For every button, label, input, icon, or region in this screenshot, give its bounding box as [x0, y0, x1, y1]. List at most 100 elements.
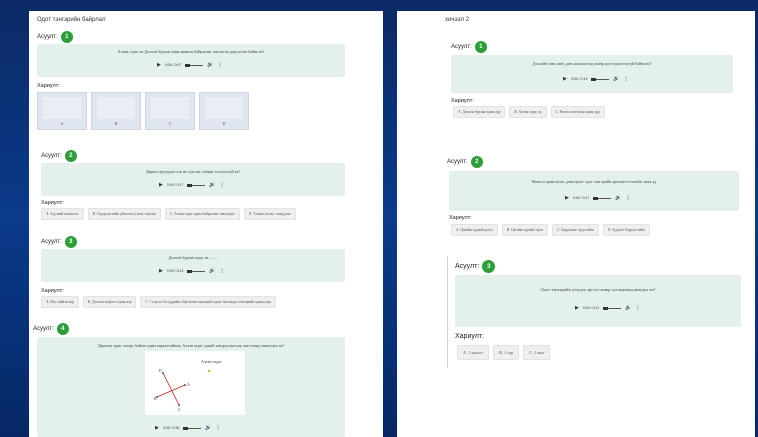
audio-player[interactable]: ▶ 0:00 / 0:11 🔊 ⋮	[575, 305, 640, 311]
question-1-box: Алгив гадас нь Долоон бурхан одны аравын…	[37, 44, 345, 77]
volume-icon[interactable]: 🔊	[207, 62, 213, 68]
answer-option-a[interactable]: A. Нэг хийвэн нэр	[41, 296, 79, 308]
audio-player[interactable]: ▶ 0:00 / 0:17 🔊 ⋮	[565, 195, 631, 201]
answer-option-b[interactable]: B. Цагийн зүүний эсрэг	[501, 224, 549, 236]
question-number-badge: 1	[474, 41, 487, 53]
question-label: Асуулт	[33, 326, 53, 332]
answer-option-b[interactable]: B. Долоон хөгрөлт одны нэр	[82, 296, 137, 308]
answer-option-c[interactable]: C. Баруунаас зүүн тийш	[552, 224, 599, 236]
audio-progress-bar[interactable]	[593, 196, 612, 200]
question-text: Алгив гадас нь Долоон бурхан одны аравын…	[117, 49, 265, 54]
question-number-badge: 1	[60, 31, 73, 43]
diagram-letter-a: A	[187, 382, 190, 387]
question-text: Дэлхийн зөвх ханг, даеь шашлагчид жинр и…	[532, 61, 652, 66]
answer-option-d[interactable]: D. Тэнцэл ухсан, тэнцүүлэх	[243, 208, 296, 220]
answer-label: Хариулт:	[449, 215, 472, 221]
question-2-header: Асуулт: 2	[447, 156, 483, 168]
image-option-b[interactable]: B	[91, 92, 141, 130]
question-text: Монгол орны нутаг дэвсгэрээс одот тэнгэр…	[531, 179, 657, 184]
question-number-badge: 2	[470, 156, 483, 168]
question-4-header: Асуулт: 4	[33, 323, 69, 335]
image-options: A B C D	[37, 92, 249, 130]
play-icon[interactable]: ▶	[157, 62, 161, 68]
more-options-icon[interactable]: ⋮	[635, 305, 640, 311]
question-number-badge: 3	[64, 236, 77, 248]
answer-option-c[interactable]: C. 1 жил	[523, 345, 551, 360]
audio-progress-bar[interactable]	[187, 269, 206, 273]
play-icon[interactable]: ▶	[155, 425, 159, 431]
question-3-header: Асуулт: 3	[455, 260, 496, 273]
answer-options: A. 1 хоногт B. 1 сар C. 1 жил	[457, 345, 551, 360]
option-caption: C	[168, 122, 172, 126]
question-number-badge: 2	[64, 150, 77, 162]
audio-player[interactable]: ▶ 0:00 / 0:07 🔊 ⋮	[157, 62, 223, 68]
answer-option-b[interactable]: B. Алтан гадас од	[509, 106, 547, 118]
audio-time: 0:00 / 0:11	[582, 306, 600, 310]
answer-option-a[interactable]: A. Долоон бурхан одны орд	[453, 106, 506, 118]
question-text: Дараахи зураг хагарт байгаа одны нарталт…	[97, 343, 285, 348]
answer-option-c[interactable]: C. Өлөөс шалтгаан одны орд	[550, 106, 605, 118]
option-caption: B	[114, 122, 118, 126]
audio-progress-bar[interactable]	[185, 63, 204, 67]
answer-option-b[interactable]: B. 1 сар	[493, 345, 520, 360]
audio-player[interactable]: ▶ 0:00 / 0:17 🔊 ⋮	[159, 182, 225, 188]
audio-progress-bar[interactable]	[603, 306, 622, 310]
image-option-c[interactable]: C	[145, 92, 195, 130]
option-image	[205, 97, 243, 119]
volume-icon[interactable]: 🔊	[209, 182, 215, 188]
section-divider	[447, 256, 448, 368]
play-icon[interactable]: ▶	[159, 182, 163, 188]
answer-options: A. Зүүлний шинэгээс B. Гадар нутгийн үйл…	[41, 208, 296, 220]
question-text: Одот тэнгэрийн үзэгдэх эргэлт жинр хугац…	[540, 287, 656, 292]
answer-option-a[interactable]: A. 1 хоногт	[457, 345, 490, 360]
audio-progress-bar[interactable]	[591, 77, 610, 81]
question-1-header: Асуулт: 1	[37, 31, 73, 43]
volume-icon[interactable]: 🔊	[209, 268, 215, 274]
question-1-box: Дэлхийн зөвх ханг, даеь шашлагчид жинр и…	[451, 55, 733, 93]
answer-options: A. Нэг хийвэн нэр B. Долоон хөгрөлт одны…	[41, 296, 276, 308]
answer-option-c[interactable]: C. 7 нэр ол би гүүрийн обрглахчээ ерөнхи…	[140, 296, 276, 308]
page-title: хичээл 2	[445, 17, 469, 23]
question-3-box: Долоон бурхан гадас нь ........ ▶ 0:00 /…	[41, 249, 345, 282]
question-1-header: Асуулт: 1	[451, 41, 487, 53]
answer-option-d[interactable]: D. Зүүнээс баруун тийш	[602, 224, 651, 236]
answer-label: Хариулт:	[41, 200, 64, 206]
image-option-d[interactable]: D	[199, 92, 249, 130]
audio-progress-bar[interactable]	[187, 183, 206, 187]
question-number-badge: 4	[56, 323, 69, 335]
audio-time: 0:00 / 0:17	[166, 183, 184, 187]
answer-option-a[interactable]: A. Цагийн зүүний дагуу	[451, 224, 498, 236]
audio-player[interactable]: ▶ 0:00 / 0:19 🔊 ⋮	[563, 76, 629, 82]
volume-icon[interactable]: 🔊	[615, 195, 621, 201]
audio-time: 0:00 / 0:19	[570, 77, 588, 81]
more-options-icon[interactable]: ⋮	[218, 62, 223, 68]
more-options-icon[interactable]: ⋮	[220, 268, 225, 274]
page-title: Одот тэнгэрийн байрлал	[37, 17, 106, 23]
diagram-letter-b: B	[154, 396, 157, 401]
audio-player[interactable]: ▶ 0:00 / 0:14 🔊 ⋮	[159, 268, 225, 274]
audio-player[interactable]: ▶ 0:00 / 0:30 🔊 ⋮	[155, 425, 221, 431]
question-2-box: Дараах аргуудаас аль нь хүн чиг хоёрыг т…	[41, 163, 345, 196]
answer-label: Хариулт:	[455, 333, 484, 340]
volume-icon[interactable]: 🔊	[613, 76, 619, 82]
answer-option-a[interactable]: A. Зүүлний шинэгээс	[41, 208, 84, 220]
question-label: Асуулт	[41, 153, 61, 159]
more-options-icon[interactable]: ⋮	[624, 76, 629, 82]
volume-icon[interactable]: 🔊	[205, 425, 211, 431]
audio-progress-bar[interactable]	[183, 426, 202, 430]
answer-option-c[interactable]: C. Алтан гадас одны байрлалыг зөвлөгдөх	[165, 208, 240, 220]
volume-icon[interactable]: 🔊	[625, 305, 631, 311]
play-icon[interactable]: ▶	[575, 305, 579, 311]
play-icon[interactable]: ▶	[563, 76, 567, 82]
play-icon[interactable]: ▶	[565, 195, 569, 201]
more-options-icon[interactable]: ⋮	[626, 195, 631, 201]
image-option-a[interactable]: A	[37, 92, 87, 130]
answer-label: Хариулт:	[37, 83, 60, 89]
option-caption: A	[60, 122, 64, 126]
play-icon[interactable]: ▶	[159, 268, 163, 274]
option-image	[97, 97, 135, 119]
answer-option-b[interactable]: B. Гадар нутгийн үйлчлагч уулаг, тэрхаас	[87, 208, 162, 220]
more-options-icon[interactable]: ⋮	[216, 425, 221, 431]
more-options-icon[interactable]: ⋮	[220, 182, 225, 188]
audio-time: 0:00 / 0:07	[164, 63, 182, 67]
